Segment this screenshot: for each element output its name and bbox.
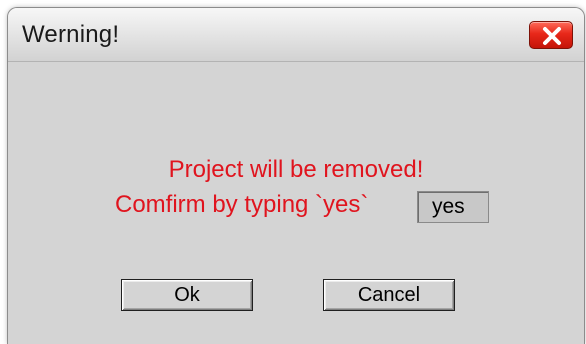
- dialog-body: Project will be removed! Comfirm by typi…: [8, 63, 584, 344]
- title-bar[interactable]: Werning!: [8, 8, 584, 62]
- close-icon: [543, 27, 561, 45]
- cancel-button[interactable]: Cancel: [323, 279, 455, 311]
- confirm-prompt: Comfirm by typing `yes`: [115, 191, 369, 218]
- close-button[interactable]: [529, 21, 573, 49]
- dialog-title: Werning!: [22, 21, 120, 48]
- confirm-input[interactable]: [417, 191, 489, 223]
- ok-button[interactable]: Ok: [121, 279, 253, 311]
- warning-dialog: Werning! Project will be removed! Comfir…: [8, 8, 584, 344]
- warning-message: Project will be removed!: [168, 156, 424, 183]
